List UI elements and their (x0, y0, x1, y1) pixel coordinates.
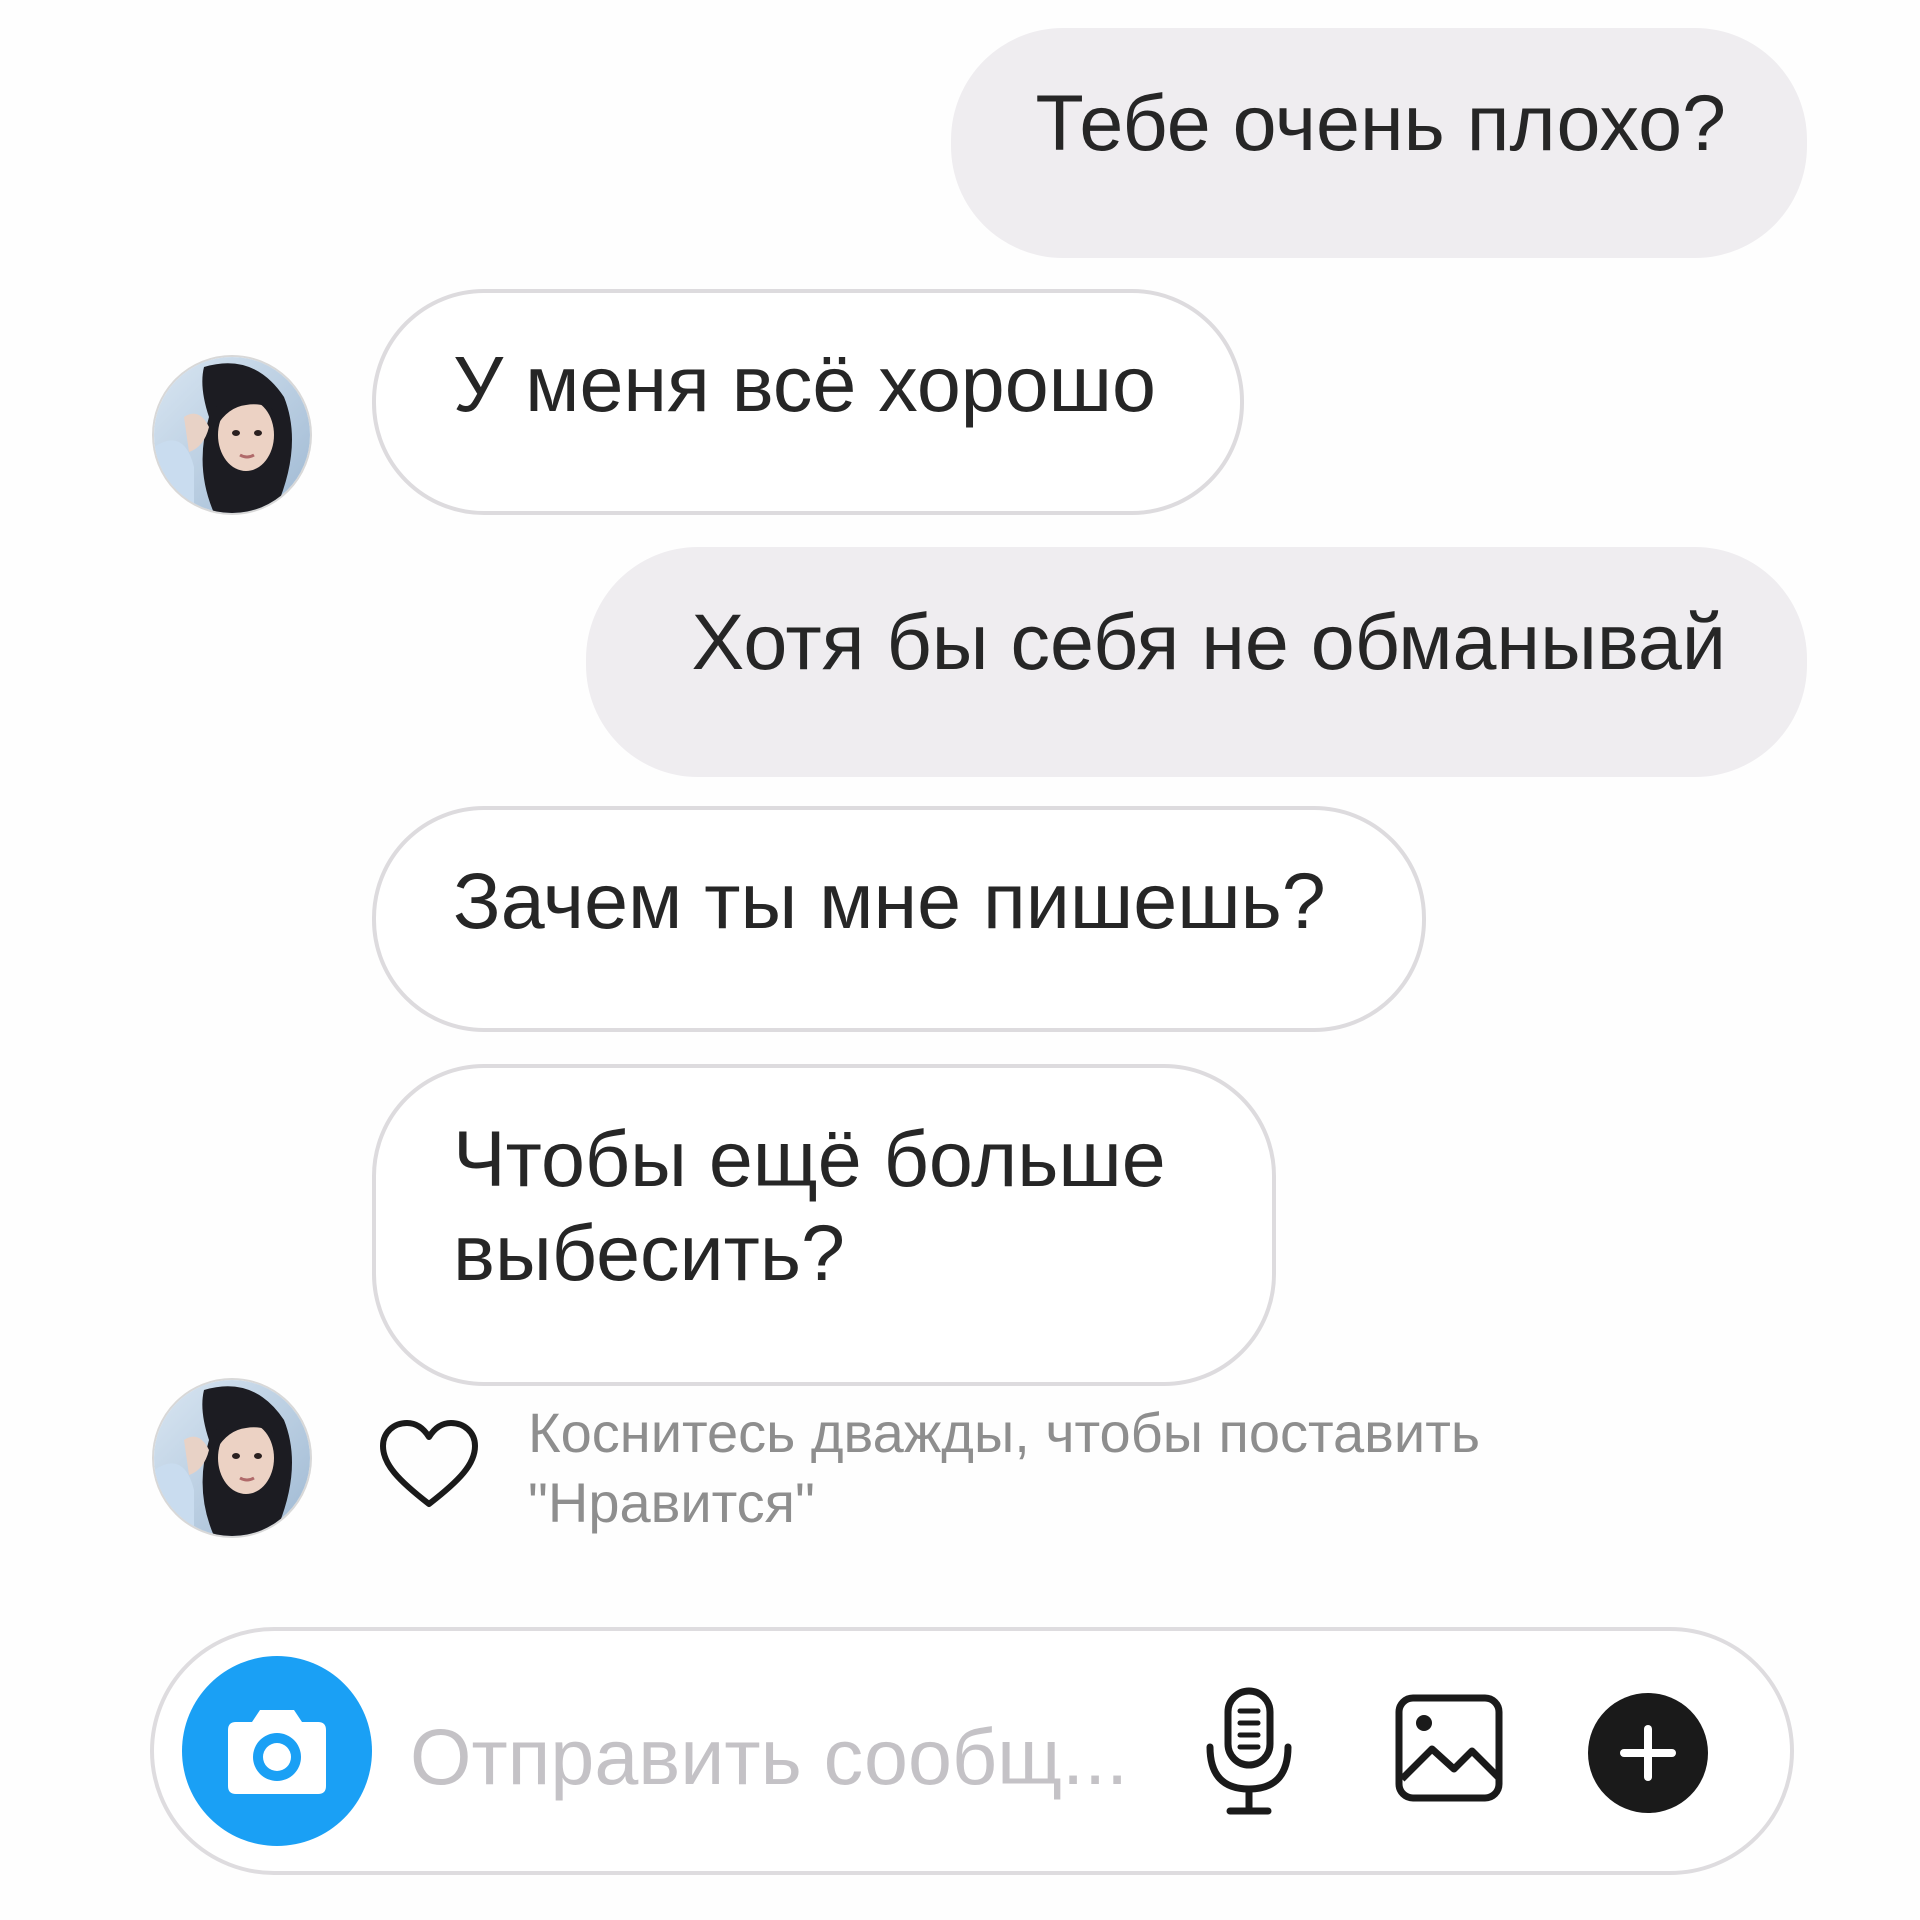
message-bubble-outgoing[interactable]: Хотя бы себя не обманывай (586, 547, 1807, 777)
microphone-icon[interactable] (1204, 1685, 1294, 1822)
message-composer: Отправить сообщ... (150, 1627, 1794, 1875)
message-bubble-incoming[interactable]: Зачем ты мне пишешь? (372, 806, 1426, 1032)
like-hint-text: Коснитесь дважды, чтобы поставить "Нрави… (528, 1398, 1628, 1538)
gallery-icon[interactable] (1394, 1693, 1504, 1808)
plus-button[interactable] (1588, 1693, 1708, 1813)
heart-outline-icon[interactable] (378, 1418, 480, 1510)
avatar[interactable] (152, 1378, 312, 1538)
camera-icon (228, 1710, 326, 1794)
avatar-photo (154, 1380, 310, 1536)
message-bubble-outgoing[interactable]: Тебе очень плохо? (951, 28, 1807, 258)
avatar[interactable] (152, 355, 312, 515)
message-text-line: Чтобы ещё больше (453, 1114, 1166, 1203)
message-input-placeholder: Отправить сообщ... (410, 1712, 1129, 1801)
camera-button[interactable] (182, 1656, 372, 1846)
avatar-photo (154, 357, 310, 513)
message-text: У меня всё хорошо (453, 339, 1156, 428)
message-bubble-incoming[interactable]: Чтобы ещё больше выбесить? (372, 1064, 1276, 1386)
message-bubble-incoming[interactable]: У меня всё хорошо (372, 289, 1244, 515)
message-text-line: выбесить? (453, 1208, 845, 1297)
plus-icon (1620, 1725, 1676, 1781)
message-input[interactable]: Отправить сообщ... (410, 1707, 1150, 1807)
message-text: Зачем ты мне пишешь? (453, 856, 1326, 945)
message-text: Тебе очень плохо? (1035, 78, 1726, 167)
like-hint-line: Коснитесь дважды, чтобы поставить (528, 1401, 1481, 1464)
like-hint-line: "Нравится" (528, 1471, 815, 1534)
message-text: Хотя бы себя не обманывай (691, 597, 1726, 686)
